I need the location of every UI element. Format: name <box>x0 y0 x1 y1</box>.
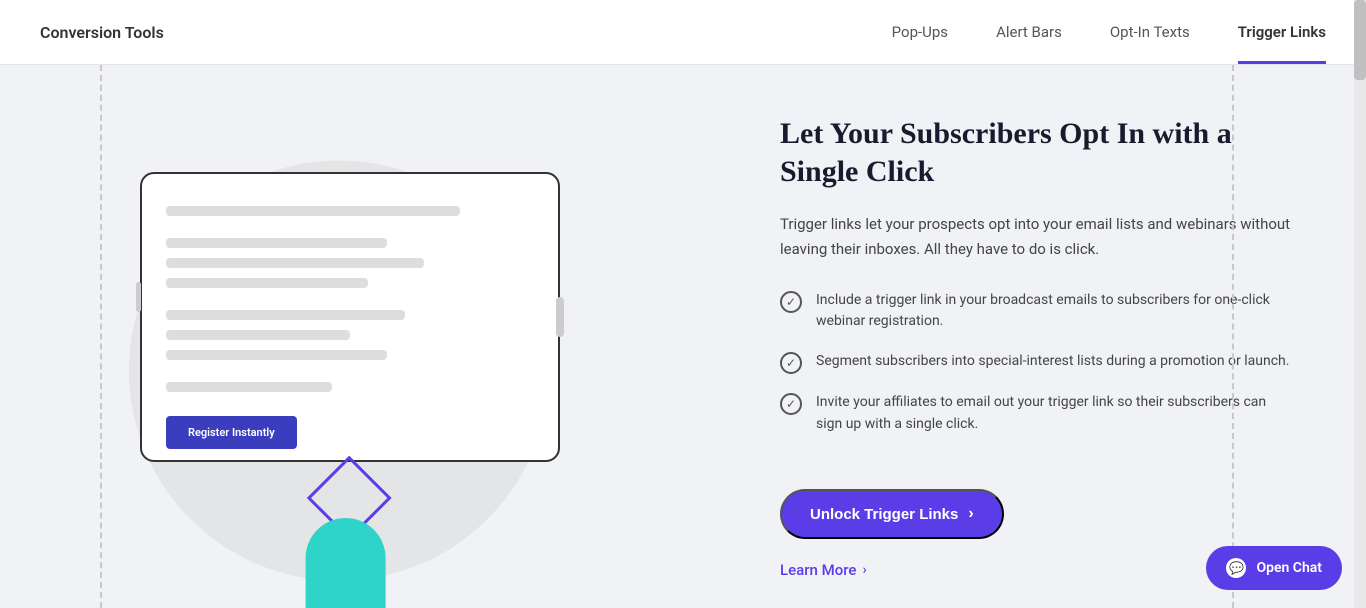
feature-list: Include a trigger link in your broadcast… <box>780 290 1294 454</box>
nav-tabs: Pop-Ups Alert Bars Opt-In Texts Trigger … <box>892 0 1326 64</box>
check-icon-3 <box>780 393 802 415</box>
dashed-line-right <box>1232 65 1234 608</box>
tablet-side-button <box>136 282 141 312</box>
check-icon-2 <box>780 352 802 374</box>
tablet-line-4 <box>166 278 368 288</box>
tab-triggerlinks[interactable]: Trigger Links <box>1238 0 1326 64</box>
page-description: Trigger links let your prospects opt int… <box>780 212 1294 262</box>
tablet-line-1 <box>166 206 460 216</box>
learn-more-arrow-icon: › <box>862 562 866 578</box>
illustration-panel: Register Instantly <box>0 65 720 608</box>
tablet-line-8 <box>166 382 332 392</box>
tablet-line-2 <box>166 238 387 248</box>
tablet-line-7 <box>166 350 387 360</box>
feature-item-3: Invite your affiliates to email out your… <box>780 392 1294 435</box>
tablet-power-button <box>556 297 564 337</box>
tablet-line-5 <box>166 310 405 320</box>
chat-bubble-icon <box>1226 558 1246 578</box>
register-button-illustration: Register Instantly <box>166 416 297 449</box>
open-chat-button[interactable]: Open Chat <box>1206 546 1342 590</box>
page-heading: Let Your Subscribers Opt In with a Singl… <box>780 115 1294 190</box>
tablet-line-6 <box>166 330 350 340</box>
feature-text-1: Include a trigger link in your broadcast… <box>816 290 1294 333</box>
main-content: Register Instantly Let Your Subscribers … <box>0 65 1354 608</box>
tablet-line-3 <box>166 258 424 268</box>
tab-optintexts[interactable]: Opt-In Texts <box>1110 0 1190 64</box>
feature-item-2: Segment subscribers into special-interes… <box>780 351 1294 374</box>
scrollbar-thumb <box>1354 0 1366 80</box>
unlock-trigger-links-button[interactable]: Unlock Trigger Links › <box>780 489 1004 539</box>
open-chat-label: Open Chat <box>1256 560 1322 576</box>
unlock-btn-arrow-icon: › <box>968 505 973 523</box>
learn-more-label: Learn More <box>780 561 856 579</box>
avatar-shape <box>306 518 386 608</box>
nav-logo: Conversion Tools <box>40 23 164 42</box>
tablet-illustration: Register Instantly <box>140 172 560 462</box>
tab-popups[interactable]: Pop-Ups <box>892 0 948 64</box>
text-panel: Let Your Subscribers Opt In with a Singl… <box>720 65 1354 608</box>
tab-alertbars[interactable]: Alert Bars <box>996 0 1062 64</box>
feature-text-3: Invite your affiliates to email out your… <box>816 392 1294 435</box>
feature-text-2: Segment subscribers into special-interes… <box>816 351 1289 373</box>
unlock-btn-label: Unlock Trigger Links <box>810 506 958 523</box>
nav-bar: Conversion Tools Pop-Ups Alert Bars Opt-… <box>0 0 1366 65</box>
check-icon-1 <box>780 291 802 313</box>
feature-item-1: Include a trigger link in your broadcast… <box>780 290 1294 333</box>
scrollbar[interactable] <box>1354 0 1366 608</box>
